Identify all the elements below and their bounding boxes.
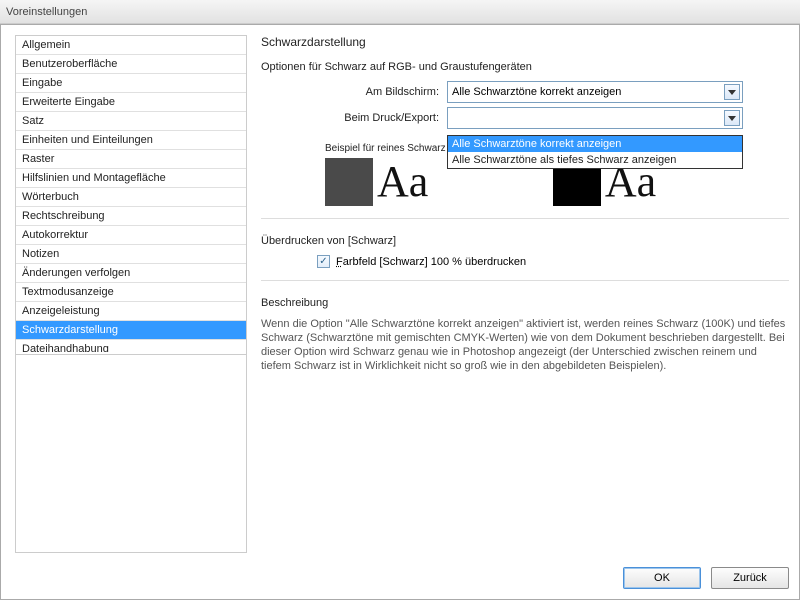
export-dropdown-list[interactable]: Alle Schwarztöne korrekt anzeigenAlle Sc… — [447, 135, 743, 169]
overprint-checkbox[interactable] — [317, 255, 330, 268]
back-button[interactable]: Zurück — [711, 567, 789, 589]
description-group: Beschreibung Wenn die Option "Alle Schwa… — [261, 280, 789, 373]
overprint-title: Überdrucken von [Schwarz] — [261, 235, 789, 247]
sidebar-item[interactable]: Autokorrektur — [16, 226, 246, 245]
page-title: Schwarzdarstellung — [261, 35, 789, 49]
sidebar-item[interactable]: Raster — [16, 150, 246, 169]
export-label: Beim Druck/Export: — [261, 112, 447, 124]
window-title-bar: Voreinstellungen — [0, 0, 800, 24]
pure-black-sample: Aa — [377, 160, 428, 204]
window-title: Voreinstellungen — [6, 6, 87, 18]
sidebar-preview-box — [16, 354, 246, 552]
description-text: Wenn die Option "Alle Schwarztöne korrek… — [261, 317, 789, 373]
overprint-group: Überdrucken von [Schwarz] Farbfeld [Schw… — [261, 218, 789, 268]
sidebar-item[interactable]: Eingabe — [16, 74, 246, 93]
sidebar-item[interactable]: Schwarzdarstellung — [16, 321, 246, 340]
chevron-down-icon[interactable] — [724, 84, 740, 100]
export-dropdown[interactable] — [447, 107, 743, 129]
description-title: Beschreibung — [261, 297, 789, 309]
screen-label: Am Bildschirm: — [261, 86, 447, 98]
dialog-frame: AllgemeinBenutzeroberflächeEingabeErweit… — [0, 24, 800, 600]
chevron-down-icon[interactable] — [724, 110, 740, 126]
sidebar-item[interactable]: Wörterbuch — [16, 188, 246, 207]
category-sidebar: AllgemeinBenutzeroberflächeEingabeErweit… — [15, 35, 247, 553]
sidebar-item[interactable]: Anzeigeleistung — [16, 302, 246, 321]
rgb-options-group: Optionen für Schwarz auf RGB- und Graust… — [261, 61, 789, 206]
sidebar-item[interactable]: Notizen — [16, 245, 246, 264]
dropdown-option[interactable]: Alle Schwarztöne als tiefes Schwarz anze… — [448, 152, 742, 168]
screen-dropdown[interactable]: Alle Schwarztöne korrekt anzeigen — [447, 81, 743, 103]
overprint-checkbox-label[interactable]: Farbfeld [Schwarz] 100 % überdrucken — [336, 256, 526, 268]
sidebar-item[interactable]: Allgemein — [16, 36, 246, 55]
sidebar-item[interactable]: Einheiten und Einteilungen — [16, 131, 246, 150]
sidebar-item[interactable]: Textmodusanzeige — [16, 283, 246, 302]
main-panel: Schwarzdarstellung Optionen für Schwarz … — [247, 35, 799, 553]
sidebar-item[interactable]: Hilfslinien und Montagefläche — [16, 169, 246, 188]
sidebar-item[interactable]: Rechtschreibung — [16, 207, 246, 226]
sidebar-item[interactable]: Satz — [16, 112, 246, 131]
sidebar-item[interactable]: Erweiterte Eingabe — [16, 93, 246, 112]
sidebar-item[interactable]: Änderungen verfolgen — [16, 264, 246, 283]
pure-black-swatch — [325, 158, 373, 206]
group-title: Optionen für Schwarz auf RGB- und Graust… — [261, 61, 789, 73]
sidebar-item[interactable]: Dateihandhabung — [16, 340, 246, 352]
sidebar-item[interactable]: Benutzeroberfläche — [16, 55, 246, 74]
ok-button[interactable]: OK — [623, 567, 701, 589]
dropdown-option[interactable]: Alle Schwarztöne korrekt anzeigen — [448, 136, 742, 152]
screen-dropdown-value: Alle Schwarztöne korrekt anzeigen — [452, 86, 621, 98]
